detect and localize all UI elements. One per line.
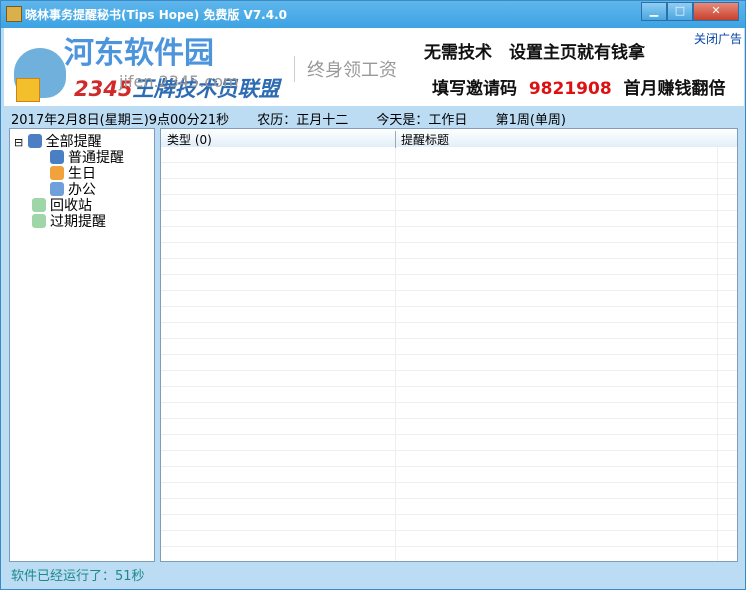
recycle-bin-icon [32,214,46,228]
cake-icon [50,166,64,180]
reminder-list[interactable]: 类型 (0) 提醒标题 [160,128,738,562]
ad-slogan: 终身领工资 [294,56,397,82]
datetime: 2017年2月8日(星期三)9点00分21秒 [11,113,230,128]
close-button[interactable]: ✕ [693,2,739,21]
folder-icon [50,182,64,196]
app-icon [6,6,22,22]
tree-node-expired[interactable]: 过期提醒 [32,211,106,231]
window-title: 晓林事务提醒秘书(Tips Hope) 免费版 V7.4.0 [25,8,288,22]
list-header: 类型 (0) 提醒标题 [161,129,737,148]
column-title[interactable]: 提醒标题 [395,131,449,148]
info-bar: 2017年2月8日(星期三)9点00分21秒 农历：正月十二 今天是：工作日 第… [11,109,590,128]
lunar-date: 农历：正月十二 [257,113,349,128]
ad-url: jifen.2345.com [119,72,239,91]
recycle-bin-icon [32,198,46,212]
week-number: 第1周(单周) [495,113,566,128]
close-ad-link[interactable]: 关闭广告 [694,30,742,47]
collapse-icon[interactable]: ⊟ [14,136,23,149]
ad-line-1: 无需技术 设置主页就有钱拿 [424,43,645,63]
column-type[interactable]: 类型 (0) [167,131,212,148]
invite-code: 9821908 [528,79,612,99]
category-tree[interactable]: ⊟ 全部提醒 普通提醒 生日 办公 回收站 过期提醒 [9,128,155,562]
maximize-button[interactable]: □ [667,2,693,21]
title-bar: 晓林事务提醒秘书(Tips Hope) 免费版 V7.4.0 ▁ □ ✕ [1,1,745,28]
gift-icon [16,78,40,102]
app-window: 晓林事务提醒秘书(Tips Hope) 免费版 V7.4.0 ▁ □ ✕ 河东软… [0,0,746,590]
ad-banner[interactable]: 河东软件园 2345王牌技术员联盟 jifen.2345.com 终身领工资 无… [4,28,744,106]
ad-line-2: 填写邀请码 9821908 首月赚钱翻倍 [432,79,726,99]
watermark: 河东软件园 [64,36,214,71]
people-icon [50,150,64,164]
minimize-button[interactable]: ▁ [641,2,667,21]
day-type: 今天是：工作日 [376,113,468,128]
status-bar: 软件已经运行了：51秒 [11,569,145,584]
people-icon [27,134,42,148]
list-rows [161,147,737,561]
